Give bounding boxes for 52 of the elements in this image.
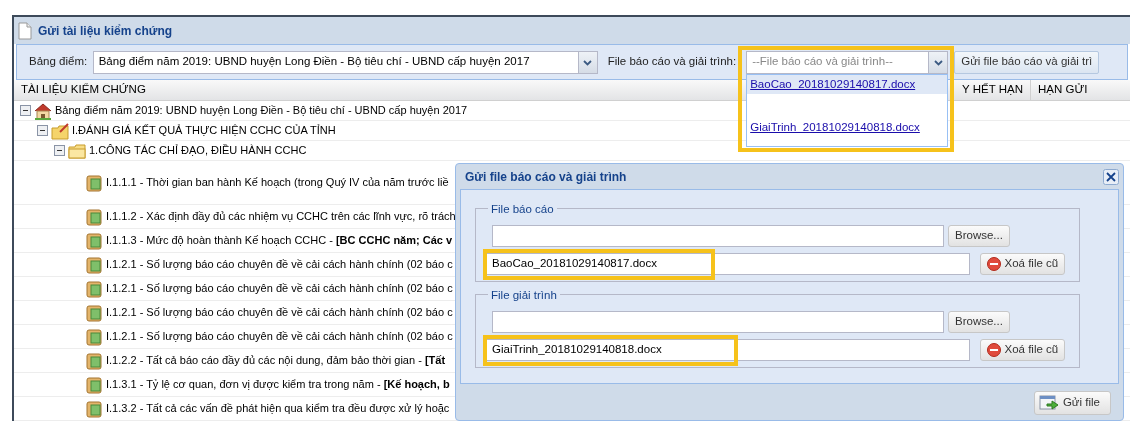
tree-item-label[interactable]: I.ĐÁNH GIÁ KẾT QUẢ THỰC HIỆN CCHC CỦA TỈNH (72, 122, 336, 139)
tree-root-label[interactable]: Bảng điểm năm 2019: UBND huyện Long Điền - Bộ tiêu chí - UBND cấp huyện 2017 (55, 102, 468, 119)
send-button[interactable]: Gửi file (1033, 391, 1111, 415)
file-option[interactable]: BaoCao_20181029140817.docx (747, 74, 948, 94)
folder-icon (68, 141, 86, 160)
tree-item-label[interactable]: I.1.3.2 - Tất cả các vấn đề phát hiện qua kiểm tra đều được xử lý hoặc (106, 400, 450, 417)
file-option[interactable]: GiaiTrinh_20181029140818.docx (747, 117, 948, 137)
scoreboard-select[interactable]: Bảng điểm năm 2019: UBND huyện Long Điền - Bộ tiêu chí - UBND cấp huyện 2017 (92, 50, 598, 74)
document-icon (85, 351, 103, 370)
minus-circle-icon (986, 257, 1001, 271)
document-icon (85, 375, 103, 394)
folder-icon (51, 121, 69, 140)
delete-file-button[interactable]: Xoá file cũ (979, 339, 1066, 361)
panel-title: Gửi tài liệu kiểm chứng (38, 22, 173, 40)
tree-item-label[interactable]: I.1.2.2 - Tất cả báo cáo đầy đủ các nội dung, đảm bảo thời gian - [Tất (106, 352, 446, 369)
tree-item-label[interactable]: I.1.1.1 - Thời gian ban hành Kế hoạch (trong Quý IV của năm trước liề (106, 174, 449, 191)
document-icon (85, 231, 103, 250)
send-file-button[interactable]: Gửi file báo cáo và giải trì (954, 50, 1100, 74)
document-icon (85, 327, 103, 346)
column-header: TÀI LIỆU KIỂM CHỨNG (20, 82, 147, 98)
close-icon (1103, 169, 1119, 186)
tree-item-label[interactable]: I.1.2.1 - Số lượng báo cáo chuyên đề về cải cách hành chính (02 báo c (106, 328, 453, 345)
file-select[interactable]: --File báo cáo và giải trình-- (746, 50, 949, 74)
send-icon (1038, 395, 1059, 411)
current-file-field[interactable]: BaoCao_20181029140817.docx (486, 253, 970, 275)
dialog-title: Gửi file báo cáo và giải trình (465, 168, 627, 186)
document-icon (85, 173, 103, 192)
tree-item-label[interactable]: I.1.1.3 - Mức độ hoàn thành Kế hoạch CCHC - [BC CCHC năm; Các v (106, 232, 453, 249)
file-label: File báo cáo và giải trình: (607, 54, 737, 70)
document-icon (85, 279, 103, 298)
file-input[interactable] (492, 311, 944, 333)
file-input[interactable] (492, 225, 944, 247)
delete-file-button[interactable]: Xoá file cũ (979, 253, 1066, 275)
browse-button[interactable]: Browse... (948, 225, 1010, 247)
house-icon (34, 101, 52, 120)
browse-button[interactable]: Browse... (948, 311, 1010, 333)
page-icon (18, 21, 32, 40)
column-header: Y HẾT HẠN (961, 82, 1024, 98)
tree-item-label[interactable]: 1.CÔNG TÁC CHỈ ĐẠO, ĐIỀU HÀNH CCHC (89, 142, 307, 159)
scoreboard-label: Bảng điểm: (29, 54, 88, 70)
document-icon (85, 207, 103, 226)
tree-item-label[interactable]: I.1.2.1 - Số lượng báo cáo chuyên đề về cải cách hành chính (02 báo c (106, 304, 453, 321)
document-icon (85, 255, 103, 274)
tree-item-label[interactable]: I.1.2.1 - Số lượng báo cáo chuyên đề về cải cách hành chính (02 báo c (106, 280, 453, 297)
current-file-field[interactable]: GiaiTrinh_20181029140818.docx (486, 339, 970, 361)
column-header: HẠN GỬI (1030, 80, 1130, 100)
minus-circle-icon (986, 343, 1001, 357)
document-icon (85, 303, 103, 322)
tree-item-label[interactable]: I.1.1.2 - Xác định đầy đủ các nhiệm vụ CCHC trên các lĩnh vực, rõ trách (106, 208, 456, 225)
document-icon (85, 399, 103, 418)
tree-item-label[interactable]: I.1.3.1 - Tỷ lệ cơ quan, đơn vị được kiểm tra trong năm - [Kế hoạch, b (106, 376, 450, 393)
tree-item-label[interactable]: I.1.2.1 - Số lượng báo cáo chuyên đề về cải cách hành chính (02 báo c (106, 256, 453, 273)
